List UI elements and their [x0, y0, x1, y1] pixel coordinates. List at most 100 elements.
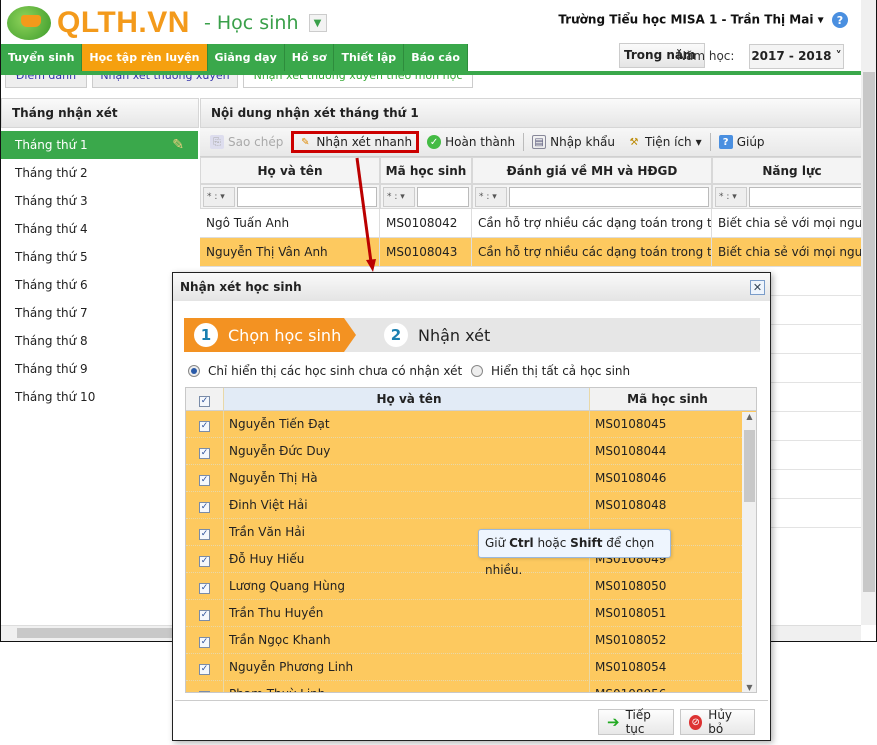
cell-eval[interactable]: Cần hỗ trợ nhiều các dạng toán trong th.… — [472, 209, 712, 238]
filter-operator[interactable]: * : ▾ — [475, 187, 507, 207]
cell-ability[interactable]: Biết chia sẻ với mọi người, — [712, 209, 872, 238]
student-row[interactable]: ✓ Lương Quang Hùng MS0108050 — [186, 573, 756, 600]
close-icon[interactable]: ✕ — [750, 280, 765, 295]
radio-icon — [471, 364, 483, 377]
filter-operator[interactable]: * : ▾ — [383, 187, 415, 207]
checkbox-checked-icon: ✓ — [199, 637, 210, 648]
filter-op-text: * : — [207, 192, 218, 202]
subtab-nhan-xet-mon-hoc[interactable]: Nhận xét thường xuyên theo môn học — [243, 74, 473, 88]
scroll-down-icon[interactable]: ▼ — [742, 683, 756, 692]
student-name: Nguyễn Đức Duy — [224, 438, 590, 464]
row-checkbox[interactable]: ✓ — [186, 654, 224, 680]
student-row[interactable]: ✓ Trần Ngọc Khanh MS0108052 — [186, 627, 756, 654]
cell-ability[interactable]: Biết chia sẻ với mọi người, — [712, 238, 872, 267]
row-checkbox[interactable]: ✓ — [186, 411, 224, 437]
cell-eval[interactable]: Cần hỗ trợ nhiều các dạng toán trong th.… — [472, 238, 712, 267]
radio-no-comment[interactable]: Chỉ hiển thị các học sinh chưa có nhận x… — [188, 363, 462, 378]
row-checkbox[interactable]: ✓ — [186, 546, 224, 572]
student-row[interactable]: ✓ Nguyễn Tiến Đạt MS0108045 — [186, 411, 756, 438]
row-checkbox[interactable]: ✓ — [186, 573, 224, 599]
month-item[interactable]: Tháng thứ 1 ✎ — [1, 131, 198, 159]
cell-name[interactable]: Nguyễn Thị Vân Anh — [200, 238, 380, 267]
separator — [523, 133, 525, 151]
col-header-name[interactable]: Họ và tên — [224, 388, 590, 410]
month-item[interactable]: Tháng thứ 6 — [1, 271, 198, 299]
month-item[interactable]: Tháng thứ 4 — [1, 215, 198, 243]
grid-scroll-thumb[interactable] — [744, 430, 755, 502]
month-item[interactable]: Tháng thứ 9 — [1, 355, 198, 383]
student-row[interactable]: ✓ Trần Thu Huyền MS0108051 — [186, 600, 756, 627]
utility-button[interactable]: ⚒ Tiện ích ▾ — [623, 133, 706, 151]
logo-text: QLTH.VN — [57, 6, 190, 39]
cell-code[interactable]: MS0108043 — [380, 238, 472, 267]
vertical-scroll-thumb[interactable] — [863, 72, 875, 592]
filter-input[interactable] — [237, 187, 377, 207]
help-button[interactable]: ? Giúp — [715, 133, 769, 151]
help-icon: ? — [718, 135, 733, 149]
toolbar: ⎘ Sao chép ✎ Nhận xét nhanh ✓ Hoàn thành ▤ N… — [200, 128, 861, 157]
row-checkbox[interactable]: ✓ — [186, 681, 224, 692]
row-checkbox[interactable]: ✓ — [186, 600, 224, 626]
user-menu[interactable]: Trường Tiểu học MISA 1 - Trần Thị Mai ▾ … — [558, 12, 848, 28]
nav-underline — [1, 71, 861, 75]
month-item[interactable]: Tháng thứ 10 — [1, 383, 198, 411]
nav-ho-so[interactable]: Hồ sơ — [285, 44, 335, 72]
row-checkbox[interactable]: ✓ — [186, 438, 224, 464]
step-comment[interactable]: 2 Nhận xét — [358, 318, 518, 352]
month-label: Tháng thứ 9 — [15, 362, 88, 376]
student-row[interactable]: ✓ Đinh Việt Hải MS0108048 — [186, 492, 756, 519]
scroll-up-icon[interactable]: ▲ — [742, 412, 756, 421]
row-checkbox[interactable]: ✓ — [186, 465, 224, 491]
filter-operator[interactable]: * : ▾ — [203, 187, 235, 207]
checkbox-checked-icon: ✓ — [199, 475, 210, 486]
nav-giang-day[interactable]: Giảng dạy — [208, 44, 285, 72]
step-select-students[interactable]: 1 Chọn học sinh — [184, 318, 356, 352]
month-item[interactable]: Tháng thứ 2 — [1, 159, 198, 187]
nav-hoc-tap[interactable]: Học tập rèn luyện — [82, 44, 208, 72]
nav-thiet-lap[interactable]: Thiết lập — [334, 44, 405, 72]
cell-code[interactable]: MS0108042 — [380, 209, 472, 238]
filter-operator[interactable]: * : ▾ — [715, 187, 747, 207]
cancel-button[interactable]: ⊘ Hủy bỏ — [680, 708, 755, 736]
row-checkbox[interactable]: ✓ — [186, 519, 224, 545]
student-row[interactable]: ✓ Nguyễn Đức Duy MS0108044 — [186, 438, 756, 465]
filter-input[interactable] — [749, 187, 869, 207]
month-item[interactable]: Tháng thứ 8 — [1, 327, 198, 355]
year-value: 2017 - 2018 — [751, 49, 832, 63]
col-header-eval[interactable]: Đánh giá về MH và HĐGD — [472, 157, 712, 184]
filter-input[interactable] — [417, 187, 469, 207]
student-code: MS0108054 — [595, 660, 667, 674]
row-checkbox[interactable]: ✓ — [186, 627, 224, 653]
nav-tuyen-sinh[interactable]: Tuyển sinh — [1, 44, 83, 72]
subtab-nhan-xet[interactable]: Nhận xét thường xuyên — [92, 74, 238, 88]
col-header-ability[interactable]: Năng lực — [712, 157, 872, 184]
col-header-name[interactable]: Họ và tên — [200, 157, 380, 184]
pencil-icon[interactable]: ✎ — [172, 131, 184, 159]
nav-bao-cao[interactable]: Báo cáo — [404, 44, 468, 72]
complete-button[interactable]: ✓ Hoàn thành — [423, 133, 519, 151]
col-header-code[interactable]: Mã học sinh — [590, 388, 740, 410]
student-row[interactable]: ✓ Phạm Thuỳ LinhMS0108056 — [186, 681, 756, 692]
student-row[interactable]: ✓ Nguyễn Phương Linh MS0108054 — [186, 654, 756, 681]
subtab-diem-danh[interactable]: Điểm danh — [5, 74, 87, 88]
col-header-code[interactable]: Mã học sinh — [380, 157, 472, 184]
cell-name[interactable]: Ngô Tuấn Anh — [200, 209, 380, 238]
tip-text: hoặc — [533, 536, 571, 550]
filter-input[interactable] — [509, 187, 709, 207]
month-label: Tháng thứ 5 — [15, 250, 88, 264]
year-select[interactable]: 2017 - 2018 ˅ — [749, 44, 844, 69]
copy-button[interactable]: ⎘ Sao chép — [206, 133, 287, 151]
month-item[interactable]: Tháng thứ 3 — [1, 187, 198, 215]
select-all-checkbox[interactable]: ✓ — [186, 388, 224, 410]
quick-comment-button[interactable]: ✎ Nhận xét nhanh — [291, 131, 420, 153]
student-row[interactable]: ✓ Nguyễn Thị Hà MS0108046 — [186, 465, 756, 492]
radio-all[interactable]: Hiển thị tất cả học sinh — [471, 363, 630, 378]
import-button[interactable]: ▤ Nhập khẩu — [528, 133, 619, 151]
continue-button[interactable]: ➔ Tiếp tục — [598, 708, 674, 736]
row-checkbox[interactable]: ✓ — [186, 492, 224, 518]
utility-label: Tiện ích — [645, 135, 692, 149]
month-item[interactable]: Tháng thứ 5 — [1, 243, 198, 271]
month-item[interactable]: Tháng thứ 7 — [1, 299, 198, 327]
module-dropdown[interactable]: ▼ — [308, 14, 327, 32]
help-icon[interactable]: ? — [832, 12, 848, 28]
